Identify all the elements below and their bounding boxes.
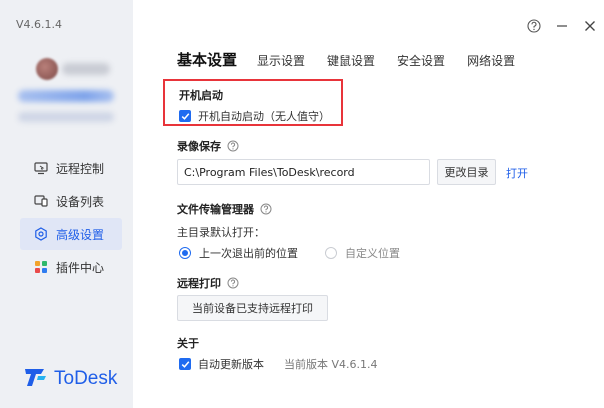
todesk-window: V4.6.1.4 远程控制 设备列表 高级设置 插件中心 ToDesk 基本设置… [0, 0, 604, 408]
advanced-settings-icon [34, 227, 48, 241]
radio-button[interactable] [179, 247, 191, 259]
remote-print-button[interactable]: 当前设备已支持远程打印 [177, 295, 328, 321]
radio-label: 自定义位置 [345, 247, 400, 260]
about-section-title: 关于 [177, 337, 199, 350]
close-button[interactable] [576, 14, 604, 38]
help-icon[interactable] [227, 140, 239, 152]
tab-keyboard-mouse-settings[interactable]: 键鼠设置 [327, 52, 375, 69]
change-directory-button[interactable]: 更改目录 [437, 159, 496, 185]
todesk-logo-icon [24, 366, 48, 391]
recording-section-title: 录像保存 [177, 138, 239, 154]
close-icon [585, 21, 595, 31]
radio-label: 上一次退出前的位置 [199, 247, 298, 260]
sidebar-item-advanced-settings[interactable]: 高级设置 [20, 218, 122, 250]
auto-update-checkbox-row[interactable]: 自动更新版本 [179, 356, 264, 372]
remote-control-icon [34, 161, 48, 175]
sidebar-item-device-list[interactable]: 设备列表 [20, 185, 122, 217]
record-path-input[interactable] [177, 159, 430, 185]
help-circle-icon [527, 19, 541, 33]
file-transfer-section-title: 文件传输管理器 [177, 201, 272, 217]
default-directory-label: 主目录默认打开： [177, 226, 265, 239]
todesk-logo: ToDesk [24, 366, 117, 391]
settings-tabs: 基本设置 显示设置 键鼠设置 安全设置 网络设置 [177, 49, 537, 70]
check-icon [181, 112, 189, 120]
startup-section-title: 开机启动 [179, 89, 223, 102]
radio-custom-location[interactable]: 自定义位置 [325, 245, 400, 261]
sidebar-item-label: 远程控制 [56, 161, 105, 176]
minimize-icon [557, 25, 567, 27]
device-list-icon [34, 194, 48, 208]
sidebar-item-plugin-center[interactable]: 插件中心 [20, 251, 122, 283]
auto-update-checkbox[interactable] [179, 358, 191, 370]
minimize-button[interactable] [548, 14, 576, 38]
radio-last-location[interactable]: 上一次退出前的位置 [179, 245, 298, 261]
blurred-account-detail [18, 112, 114, 122]
tab-security-settings[interactable]: 安全设置 [397, 52, 445, 69]
sidebar-item-label: 设备列表 [56, 194, 105, 209]
open-directory-link[interactable]: 打开 [506, 165, 528, 181]
help-button[interactable] [520, 14, 548, 38]
blurred-username [62, 63, 110, 75]
sidebar: V4.6.1.4 远程控制 设备列表 高级设置 插件中心 ToDesk [0, 0, 133, 408]
startup-checkbox-row[interactable]: 开机自动启动（无人值守） [179, 108, 330, 124]
help-icon[interactable] [260, 203, 272, 215]
current-version-text: 当前版本 V4.6.1.4 [284, 358, 378, 371]
sidebar-item-label: 插件中心 [56, 260, 105, 275]
tab-display-settings[interactable]: 显示设置 [257, 52, 305, 69]
sidebar-nav: 远程控制 设备列表 高级设置 插件中心 [20, 152, 122, 284]
plugin-center-icon [34, 260, 48, 274]
radio-button[interactable] [325, 247, 337, 259]
window-controls [520, 14, 604, 38]
auto-update-label: 自动更新版本 [198, 358, 264, 371]
remote-print-section-title: 远程打印 [177, 275, 239, 291]
app-version: V4.6.1.4 [16, 18, 63, 31]
tab-network-settings[interactable]: 网络设置 [467, 52, 515, 69]
sidebar-item-remote-control[interactable]: 远程控制 [20, 152, 122, 184]
check-icon [181, 360, 189, 368]
startup-checkbox[interactable] [179, 110, 191, 122]
settings-panel: 基本设置 显示设置 键鼠设置 安全设置 网络设置 开机启动 开机自动启动（无人值… [133, 0, 604, 408]
blurred-account-info [18, 90, 114, 102]
brand-name: ToDesk [54, 367, 118, 389]
tab-basic-settings[interactable]: 基本设置 [177, 49, 237, 70]
sidebar-item-label: 高级设置 [56, 227, 105, 242]
avatar[interactable] [36, 58, 58, 80]
startup-checkbox-label: 开机自动启动（无人值守） [198, 110, 330, 123]
help-icon[interactable] [227, 277, 239, 289]
